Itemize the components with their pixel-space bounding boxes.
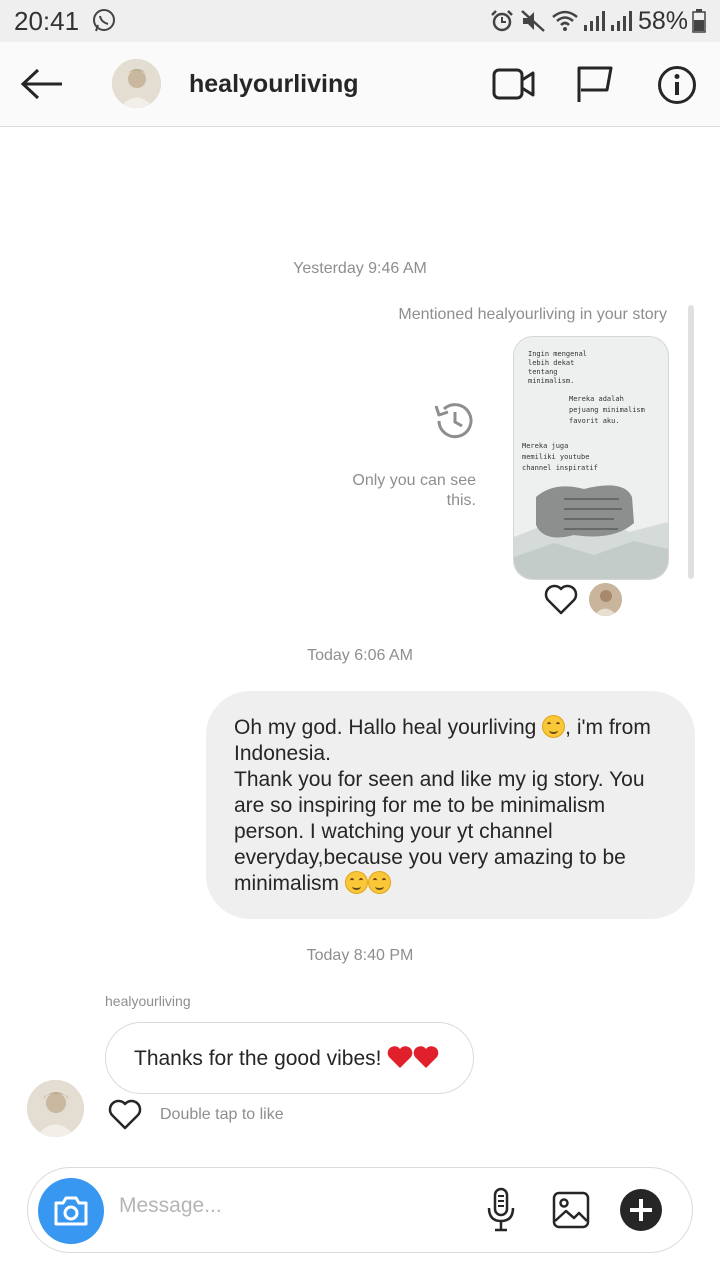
- message-composer: [27, 1167, 693, 1253]
- back-arrow-icon[interactable]: [20, 68, 64, 100]
- story-text-line: channel inspiratif: [522, 464, 598, 472]
- liker-avatar: [589, 583, 622, 616]
- story-text-line: favorit aku.: [569, 417, 620, 425]
- thread-header: healyourliving: [0, 42, 720, 127]
- story-text-line: tentang: [528, 368, 558, 376]
- story-mention-label: Mentioned healyourliving in your story: [398, 306, 667, 323]
- status-time: 20:41: [14, 6, 80, 36]
- add-icon[interactable]: [619, 1188, 663, 1232]
- message-input[interactable]: [119, 1194, 459, 1218]
- battery-icon: [692, 9, 706, 33]
- story-text-line: pejuang minimalism: [569, 406, 645, 414]
- whatsapp-icon: [93, 9, 115, 32]
- story-text-line: Ingin mengenal: [528, 350, 588, 358]
- camera-button[interactable]: [38, 1178, 104, 1244]
- microphone-icon[interactable]: [484, 1187, 518, 1233]
- info-icon[interactable]: [657, 65, 697, 105]
- story-text-line: lebih dekat: [528, 359, 575, 367]
- video-call-icon[interactable]: [492, 66, 536, 102]
- wifi-icon: [552, 10, 578, 31]
- timestamp-today-evening: Today 8:40 PM: [306, 947, 414, 964]
- story-text-line: minimalism.: [528, 377, 575, 385]
- incoming-message-text: Thanks for the good vibes!: [134, 1047, 388, 1070]
- incoming-sender-avatar[interactable]: [27, 1080, 84, 1137]
- heart-outline-icon[interactable]: [543, 583, 579, 615]
- signal-icon-2: [611, 11, 632, 31]
- alarm-icon: [491, 10, 513, 32]
- outgoing-message-text: Oh my god. Hallo heal yourliving , i'm f…: [234, 715, 651, 895]
- timestamp-today-morning: Today 6:06 AM: [307, 647, 413, 664]
- history-icon: [434, 403, 473, 439]
- incoming-message-bubble[interactable]: Thanks for the good vibes!: [105, 1022, 474, 1094]
- mute-icon: [521, 10, 545, 32]
- story-text-line: Mereka adalah: [569, 395, 624, 403]
- status-bar: 20:41 58%: [0, 0, 720, 42]
- story-thumbnail[interactable]: Ingin mengenal lebih dekat tentang minim…: [513, 336, 669, 580]
- story-image-area: [514, 485, 668, 579]
- smiling-face-emoji-icon: [542, 715, 566, 738]
- battery-percent: 58%: [638, 7, 689, 35]
- story-text-line: memiliki youtube: [522, 453, 590, 461]
- smiling-face-emoji-icon: [344, 871, 368, 894]
- heart-outline-icon[interactable]: [107, 1098, 143, 1130]
- only-you-can-see-note: Only you can see this.: [352, 472, 476, 509]
- gallery-icon[interactable]: [552, 1191, 590, 1229]
- camera-icon: [54, 1196, 88, 1226]
- signal-icon-1: [584, 11, 605, 31]
- story-text-line: Mereka juga: [522, 442, 569, 450]
- smiling-face-emoji-icon: [367, 871, 391, 894]
- scrollbar[interactable]: [688, 305, 694, 579]
- outgoing-message-bubble[interactable]: Oh my god. Hallo heal yourliving , i'm f…: [206, 691, 695, 919]
- incoming-sender-name: healyourliving: [105, 993, 191, 1009]
- header-avatar[interactable]: [112, 59, 161, 108]
- timestamp-yesterday: Yesterday 9:46 AM: [293, 260, 427, 277]
- header-username[interactable]: healyourliving: [189, 70, 358, 99]
- red-hearts-emoji-icon: [388, 1046, 439, 1068]
- flag-icon[interactable]: [575, 64, 615, 104]
- double-tap-hint: Double tap to like: [160, 1106, 284, 1123]
